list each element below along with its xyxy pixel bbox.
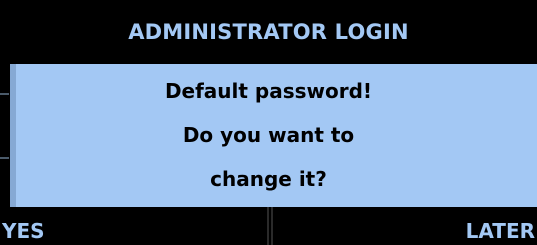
page-title: ADMINISTRATOR LOGIN — [128, 20, 409, 44]
later-softkey[interactable]: LATER — [466, 219, 535, 243]
dialog-message-line: Default password! — [164, 79, 373, 103]
dialog-message-line: change it? — [210, 167, 327, 191]
softkey-divider — [267, 207, 269, 245]
dialog-message-line: Do you want to — [182, 123, 355, 147]
phone-display: ADMINISTRATOR LOGIN Default password! Do… — [0, 0, 537, 245]
yes-softkey[interactable]: YES — [2, 219, 45, 243]
separator-mark — [0, 157, 9, 159]
softkey-bar: YES LATER — [0, 207, 537, 245]
softkey-divider — [271, 207, 273, 245]
